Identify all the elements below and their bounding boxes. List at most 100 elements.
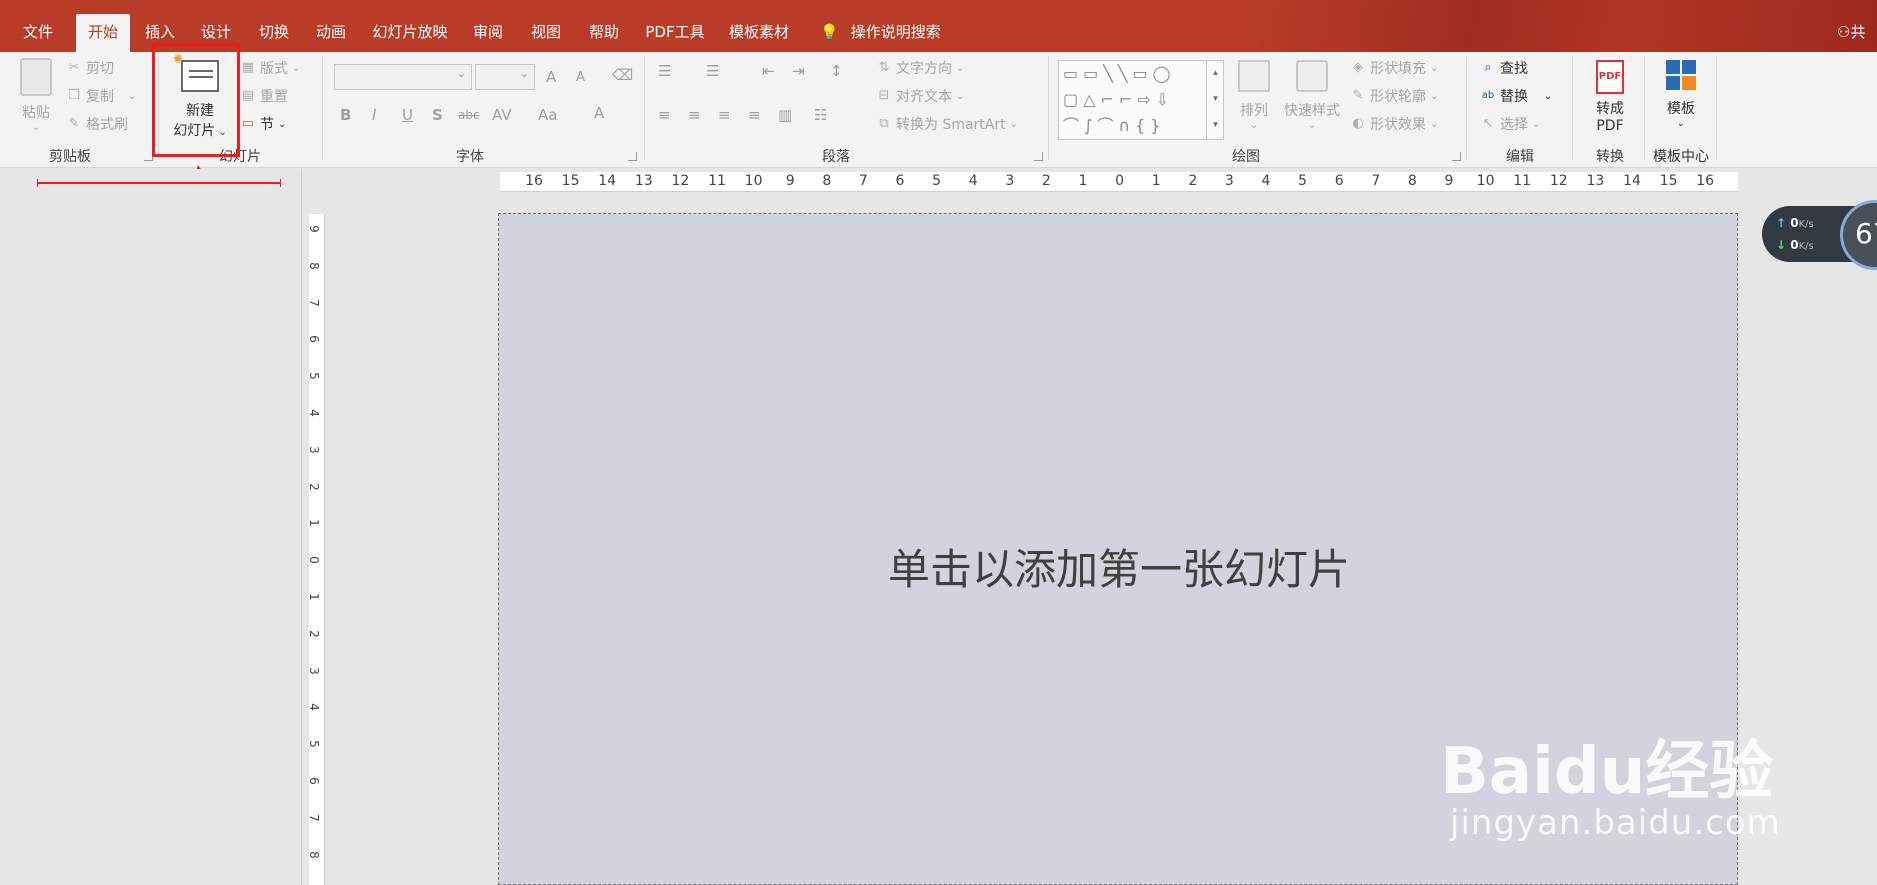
template-button[interactable]: 模板 ⌄ bbox=[1652, 60, 1710, 129]
share-button[interactable]: ⚇共 bbox=[1837, 14, 1877, 50]
tab-template-material[interactable]: 模板素材 bbox=[724, 14, 794, 52]
download-speed: ↓ 0K/s bbox=[1776, 238, 1814, 252]
ruler-tick-label: 3 bbox=[1224, 173, 1234, 189]
network-speed-widget[interactable]: ↑ 0K/s ↓ 0K/s 67 bbox=[1762, 200, 1877, 270]
tab-view[interactable]: 视图 bbox=[524, 14, 568, 52]
strikethrough-button[interactable]: abc bbox=[458, 108, 480, 122]
dialog-launcher-icon[interactable] bbox=[1034, 152, 1043, 161]
char-spacing-button[interactable]: AV bbox=[492, 106, 512, 124]
select-button[interactable]: ↖ 选择 ⌄ bbox=[1480, 114, 1541, 134]
grow-font-icon[interactable]: A bbox=[546, 68, 556, 86]
cursor-icon: ↖ bbox=[1482, 116, 1494, 131]
find-button[interactable]: ⌕ 查找 bbox=[1480, 58, 1528, 78]
ruler-tick-label: 9 bbox=[306, 225, 321, 233]
group-separator bbox=[1466, 56, 1467, 160]
cut-button[interactable]: ✂ 剪切 bbox=[66, 58, 114, 78]
align-left-icon[interactable]: ≡ bbox=[658, 106, 671, 124]
format-painter-button[interactable]: ✎ 格式刷 bbox=[66, 114, 128, 134]
ruler-tick-label: 1 bbox=[306, 519, 321, 528]
vertical-ruler[interactable]: 9 8 7 6 5 4 3 2 1 0 1 2 3 4 5 6 7 8 bbox=[306, 214, 325, 885]
numbering-icon[interactable]: ☰ bbox=[706, 62, 719, 80]
convert-pdf-button[interactable]: PDF 转成 PDF bbox=[1580, 60, 1640, 134]
tab-transitions[interactable]: 切换 bbox=[252, 14, 296, 52]
chevron-down-icon: ⌄ bbox=[31, 122, 41, 133]
add-first-slide-placeholder[interactable]: 单击以添加第一张幻灯片 bbox=[499, 536, 1739, 597]
ruler-tick-label: 7 bbox=[306, 813, 321, 822]
ruler-tick-label: 1 bbox=[306, 593, 321, 601]
convert-smartart-button[interactable]: ⧉ 转换为 SmartArt ⌄ bbox=[876, 114, 1018, 134]
paste-button[interactable]: 粘贴 ⌄ bbox=[16, 58, 56, 133]
justify-icon[interactable]: ≡ bbox=[748, 106, 761, 124]
change-case-button[interactable]: Aa bbox=[538, 106, 557, 124]
align-text-button[interactable]: ⊟ 对齐文本 ⌄ bbox=[876, 86, 965, 106]
shadow-button[interactable]: S bbox=[432, 106, 443, 124]
shape-effects-button[interactable]: ◐ 形状效果 ⌄ bbox=[1350, 114, 1438, 134]
paint-bucket-icon: ◈ bbox=[1353, 60, 1363, 75]
text-direction-button[interactable]: ⇅ 文字方向 ⌄ bbox=[876, 58, 965, 78]
line-spacing-icon[interactable]: ↕ bbox=[830, 62, 843, 80]
ribbon-home: 粘贴 ⌄ ✂ 剪切 ❐ 复制 ⌄ ✎ 格式刷 剪贴板 ✺ 新建 幻灯片 ⌄ ▦ 版式 ⌄ ▤… bbox=[0, 52, 1877, 168]
tab-pdf-tools[interactable]: PDF工具 bbox=[640, 14, 710, 52]
text-direction-icon: ⇅ bbox=[878, 60, 890, 75]
bold-button[interactable]: B bbox=[340, 106, 351, 124]
font-size-combo[interactable] bbox=[475, 64, 535, 90]
cut-label: 剪切 bbox=[86, 61, 114, 77]
quick-styles-button[interactable]: 快速样式 ⌄ bbox=[1280, 60, 1344, 131]
underline-button[interactable]: U bbox=[402, 106, 413, 124]
arrange-label: 排列 bbox=[1240, 103, 1268, 119]
columns-icon[interactable]: ☷ bbox=[814, 106, 827, 124]
group-label-template-center: 模板中心 bbox=[1653, 149, 1709, 165]
shape-fill-button[interactable]: ◈ 形状填充 ⌄ bbox=[1350, 58, 1438, 78]
clear-format-icon[interactable]: ⌫ bbox=[612, 66, 633, 84]
layout-icon: ▦ bbox=[241, 60, 255, 75]
group-separator bbox=[1716, 56, 1717, 160]
section-button[interactable]: ▭ 节 ⌄ bbox=[240, 114, 287, 134]
new-slide-highlight-box bbox=[152, 43, 240, 157]
group-label-clipboard: 剪贴板 bbox=[49, 149, 91, 165]
smartart-label: 转换为 SmartArt bbox=[896, 117, 1006, 133]
gallery-scroll[interactable]: ▴ ▾ ▾ bbox=[1206, 60, 1224, 140]
ruler-tick-label: 11 bbox=[1513, 173, 1532, 189]
section-label: 节 bbox=[260, 117, 274, 133]
decrease-indent-icon[interactable]: ⇤ bbox=[762, 62, 775, 80]
slide-thumbnail-pane[interactable] bbox=[0, 169, 302, 885]
chevron-down-icon: ⌄ bbox=[1676, 118, 1686, 129]
font-color-button[interactable]: A bbox=[594, 104, 604, 122]
dialog-launcher-icon[interactable] bbox=[628, 152, 637, 161]
reset-button[interactable]: ▤ 重置 bbox=[240, 86, 288, 106]
dialog-launcher-icon[interactable] bbox=[1452, 152, 1461, 161]
upload-value: 0 bbox=[1790, 216, 1799, 230]
ruler-tick-label: 5 bbox=[306, 372, 321, 381]
tab-help[interactable]: 帮助 bbox=[582, 14, 626, 52]
shrink-font-icon[interactable]: A bbox=[576, 70, 585, 85]
template-icon bbox=[1666, 60, 1696, 90]
distributed-icon[interactable]: ▥ bbox=[778, 106, 792, 124]
horizontal-ruler[interactable]: 16 15 14 13 12 11 10 9 8 7 6 5 4 3 2 1 0 1 2 3 4 5 6 7 8 9 10 11 12 1… bbox=[500, 172, 1738, 192]
chevron-down-icon: ⌄ bbox=[128, 90, 137, 102]
chevron-down-icon: ⌄ bbox=[1544, 90, 1553, 102]
tab-home[interactable]: 开始 bbox=[76, 14, 130, 52]
chevron-down-icon: ⌄ bbox=[956, 62, 965, 74]
ruler-tick-label: 10 bbox=[1476, 173, 1495, 189]
tab-file[interactable]: 文件 bbox=[14, 14, 62, 52]
arrange-button[interactable]: 排列 ⌄ bbox=[1232, 60, 1276, 131]
replace-button[interactable]: ab 替换 ⌄ bbox=[1480, 86, 1553, 106]
tab-animations[interactable]: 动画 bbox=[309, 14, 353, 52]
tell-me-search[interactable]: 💡 操作说明搜索 bbox=[820, 14, 941, 52]
bullets-icon[interactable]: ☰ bbox=[658, 62, 671, 80]
shape-outline-button[interactable]: ✎ 形状轮廓 ⌄ bbox=[1350, 86, 1439, 106]
format-painter-label: 格式刷 bbox=[86, 117, 128, 133]
copy-button[interactable]: ❐ 复制 ⌄ bbox=[66, 86, 136, 106]
align-right-icon[interactable]: ≡ bbox=[718, 106, 731, 124]
increase-indent-icon[interactable]: ⇥ bbox=[792, 62, 805, 80]
shapes-gallery[interactable]: ▭▭╲╲▭◯ ▢△⌐⌐⇨⇩ ⌒∫⌒∩{} bbox=[1058, 60, 1224, 140]
align-center-icon[interactable]: ≡ bbox=[688, 106, 701, 124]
text-direction-label: 文字方向 bbox=[896, 61, 952, 77]
copy-icon: ❐ bbox=[68, 88, 80, 103]
font-name-combo[interactable] bbox=[334, 64, 472, 90]
effects-icon: ◐ bbox=[1352, 116, 1364, 131]
tab-review[interactable]: 审阅 bbox=[466, 14, 510, 52]
tab-slideshow[interactable]: 幻灯片放映 bbox=[368, 14, 452, 52]
layout-button[interactable]: ▦ 版式 ⌄ bbox=[240, 58, 301, 78]
italic-button[interactable]: I bbox=[372, 106, 376, 124]
